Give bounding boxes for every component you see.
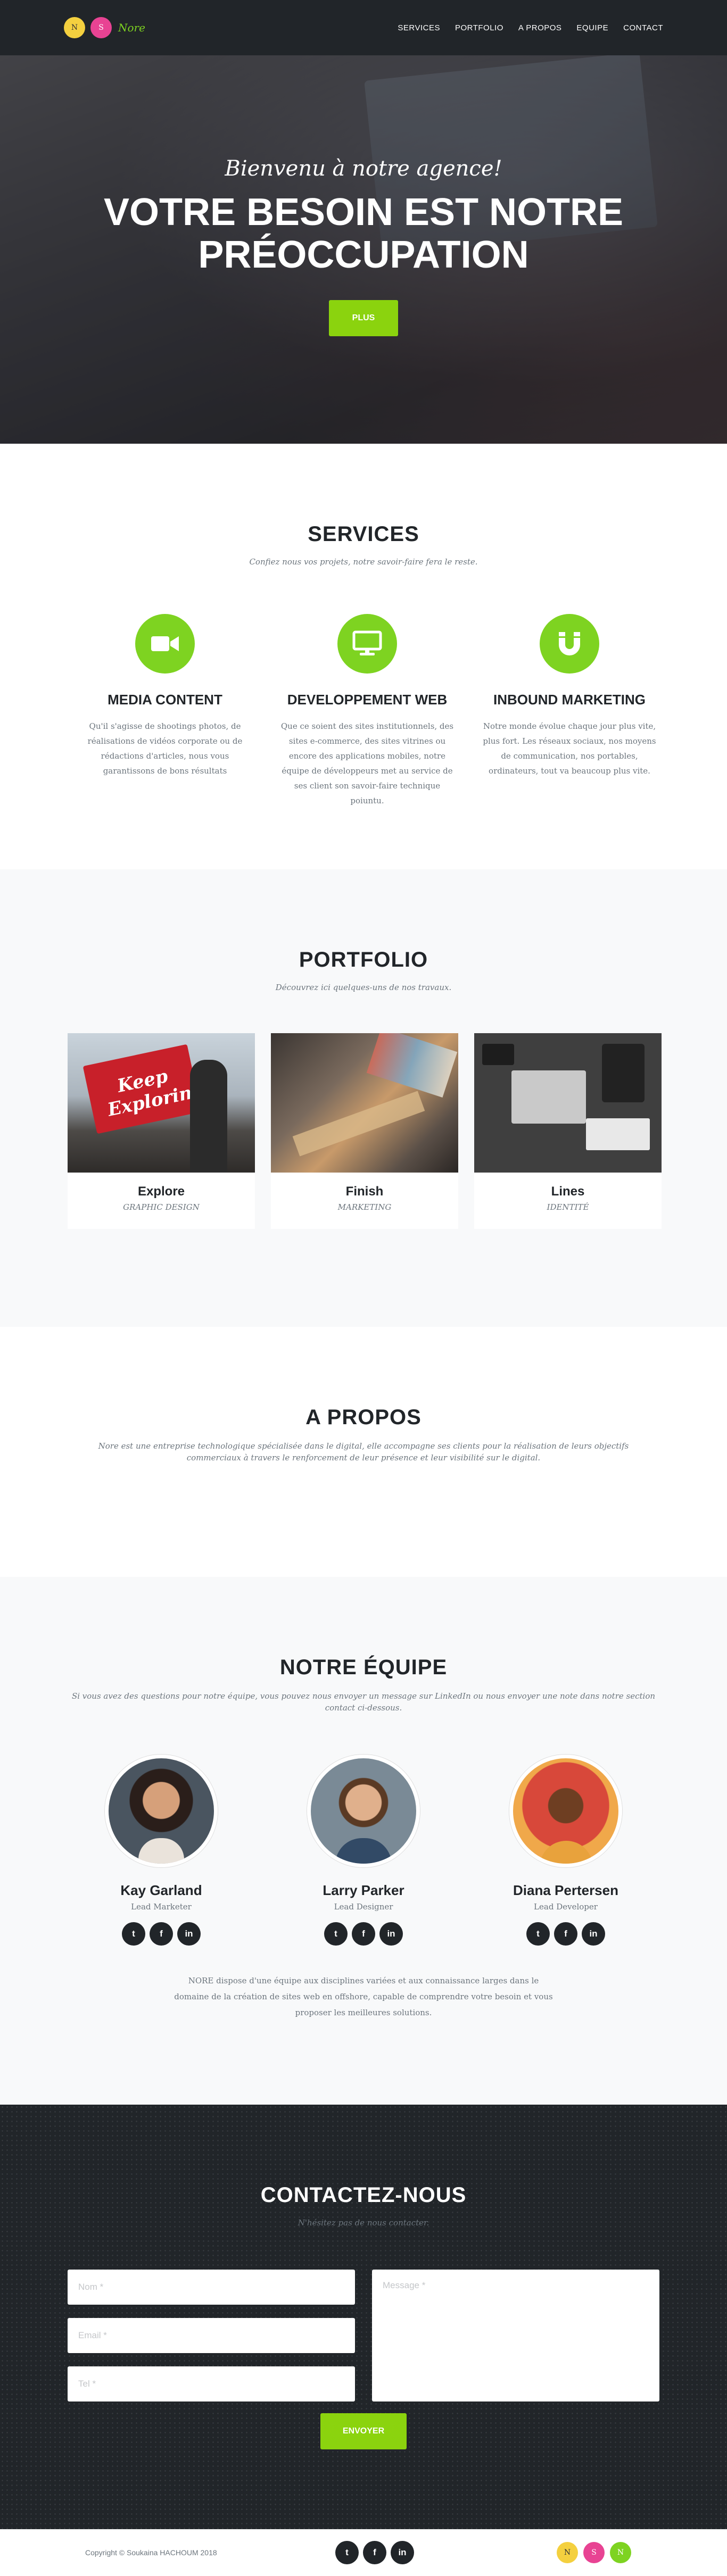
main-menu: SERVICES PORTFOLIO A PROPOS EQUIPE CONTA… (398, 23, 663, 32)
service-text: Que ce soient des sites institutionnels,… (280, 721, 454, 805)
portfolio-section: PORTFOLIO Découvrez ici quelques-uns de … (0, 869, 727, 1327)
footer: Copyright © Soukaina HACHOUM 2018 t f in… (0, 2529, 727, 2576)
message-field[interactable] (372, 2270, 659, 2402)
services-title: SERVICES (308, 522, 419, 546)
about-title: A PROPOS (305, 1406, 422, 1429)
portfolio-item-finish[interactable]: Finish MARKETING (271, 1033, 458, 1229)
logo-badge-s: S (583, 2542, 605, 2563)
team-section: NOTRE ÉQUIPE Si vous avez des questions … (0, 1577, 727, 2105)
send-button[interactable]: ENVOYER (320, 2413, 407, 2449)
member-name: Larry Parker (323, 1882, 404, 1898)
portfolio-item-explore[interactable]: Keep Exploring Explore GRAPHIC DESIGN (68, 1033, 255, 1229)
service-inbound: INBOUND MARKETING Notre monde évolue cha… (468, 614, 671, 808)
hero-subtitle: Bienvenu à notre agence! (225, 156, 502, 181)
portfolio-item-category: GRAPHIC DESIGN (123, 1202, 200, 1212)
top-navbar: N S Nore SERVICES PORTFOLIO A PROPOS EQU… (0, 0, 727, 55)
service-web-dev: DEVELOPPEMENT WEB Que ce soient des site… (266, 614, 468, 808)
portfolio-item-lines[interactable]: Lines IDENTITÉ (474, 1033, 662, 1229)
portfolio-image: Keep Exploring (68, 1033, 255, 1173)
phone-field[interactable] (68, 2366, 355, 2402)
email-field[interactable] (68, 2318, 355, 2353)
service-title: INBOUND MARKETING (493, 692, 646, 708)
nav-services[interactable]: SERVICES (398, 23, 440, 32)
portfolio-item-name: Explore (137, 1184, 185, 1199)
service-text: Notre monde évolue chaque jour plus vite… (483, 721, 656, 776)
twitter-icon[interactable]: t (122, 1922, 145, 1946)
portfolio-item-name: Finish (345, 1184, 384, 1199)
avatar (307, 1755, 420, 1867)
service-title: MEDIA CONTENT (108, 692, 222, 708)
service-text: Qu'il s'agisse de shootings photos, de r… (87, 721, 243, 776)
service-media-content: MEDIA CONTENT Qu'il s'agisse de shooting… (64, 614, 266, 808)
twitter-icon[interactable]: t (526, 1922, 550, 1946)
linkedin-icon[interactable]: in (582, 1922, 605, 1946)
avatar (509, 1755, 622, 1867)
portfolio-image (271, 1033, 458, 1173)
brand[interactable]: N S Nore (64, 17, 145, 38)
team-member: Kay Garland Lead Marketer t f in (68, 1755, 255, 1946)
nav-team[interactable]: EQUIPE (576, 23, 608, 32)
team-member: Diana Pertersen Lead Developer t f in (472, 1755, 659, 1946)
contact-subtitle: N'hésitez pas de nous contacter. (298, 2218, 429, 2228)
logo-badge-n-green: N (610, 2542, 631, 2563)
video-camera-icon (135, 614, 195, 674)
portfolio-title: PORTFOLIO (299, 948, 428, 971)
contact-section: CONTACTEZ-NOUS N'hésitez pas de nous con… (0, 2105, 727, 2529)
portfolio-image (474, 1033, 662, 1173)
facebook-icon[interactable]: f (554, 1922, 577, 1946)
portfolio-item-category: MARKETING (337, 1202, 392, 1212)
portfolio-item-name: Lines (551, 1184, 585, 1199)
member-role: Lead Designer (334, 1902, 393, 1912)
brand-name[interactable]: Nore (118, 21, 145, 34)
avatar (105, 1755, 218, 1867)
contact-form (68, 2270, 659, 2402)
portfolio-subtitle: Découvrez ici quelques-uns de nos travau… (275, 983, 452, 992)
linkedin-icon[interactable]: in (177, 1922, 201, 1946)
team-note: NORE dispose d'une équipe aux discipline… (174, 1976, 553, 2017)
nav-portfolio[interactable]: PORTFOLIO (455, 23, 503, 32)
about-text: Nore est une entreprise technologique sp… (98, 1441, 629, 1462)
service-title: DEVELOPPEMENT WEB (287, 692, 448, 708)
facebook-icon[interactable]: f (363, 2541, 386, 2564)
about-section: A PROPOS Nore est une entreprise technol… (0, 1327, 727, 1577)
hero-banner: Bienvenu à notre agence! VOTRE BESOIN ES… (0, 55, 727, 444)
facebook-icon[interactable]: f (150, 1922, 173, 1946)
member-role: Lead Developer (534, 1902, 598, 1912)
services-section: SERVICES Confiez nous vos projets, notre… (0, 444, 727, 869)
member-name: Kay Garland (120, 1882, 202, 1898)
twitter-icon[interactable]: t (335, 2541, 359, 2564)
facebook-icon[interactable]: f (352, 1922, 375, 1946)
magnet-icon (540, 614, 599, 674)
name-field[interactable] (68, 2270, 355, 2305)
linkedin-icon[interactable]: in (379, 1922, 403, 1946)
logo-badge-s: S (90, 17, 112, 38)
portfolio-item-category: IDENTITÉ (547, 1202, 589, 1212)
linkedin-icon[interactable]: in (391, 2541, 414, 2564)
desktop-monitor-icon (337, 614, 397, 674)
services-subtitle: Confiez nous vos projets, notre savoir-f… (249, 557, 478, 567)
team-title: NOTRE ÉQUIPE (279, 1656, 448, 1679)
logo-badge-n: N (557, 2542, 578, 2563)
team-subtitle: Si vous avez des questions pour notre éq… (71, 1691, 656, 1713)
team-member: Larry Parker Lead Designer t f in (270, 1755, 457, 1946)
member-role: Lead Marketer (131, 1902, 192, 1912)
contact-title: CONTACTEZ-NOUS (260, 2183, 467, 2207)
hero-title: VOTRE BESOIN EST NOTRE PRÉOCCUPATION (103, 191, 624, 276)
logo-badge-n: N (64, 17, 85, 38)
twitter-icon[interactable]: t (324, 1922, 348, 1946)
footer-logos: N S N (557, 2542, 631, 2563)
nav-contact[interactable]: CONTACT (623, 23, 663, 32)
nav-about[interactable]: A PROPOS (518, 23, 562, 32)
member-name: Diana Pertersen (513, 1882, 618, 1898)
hero-more-button[interactable]: PLUS (329, 300, 398, 336)
copyright-text: Copyright © Soukaina HACHOUM 2018 (85, 2548, 217, 2557)
